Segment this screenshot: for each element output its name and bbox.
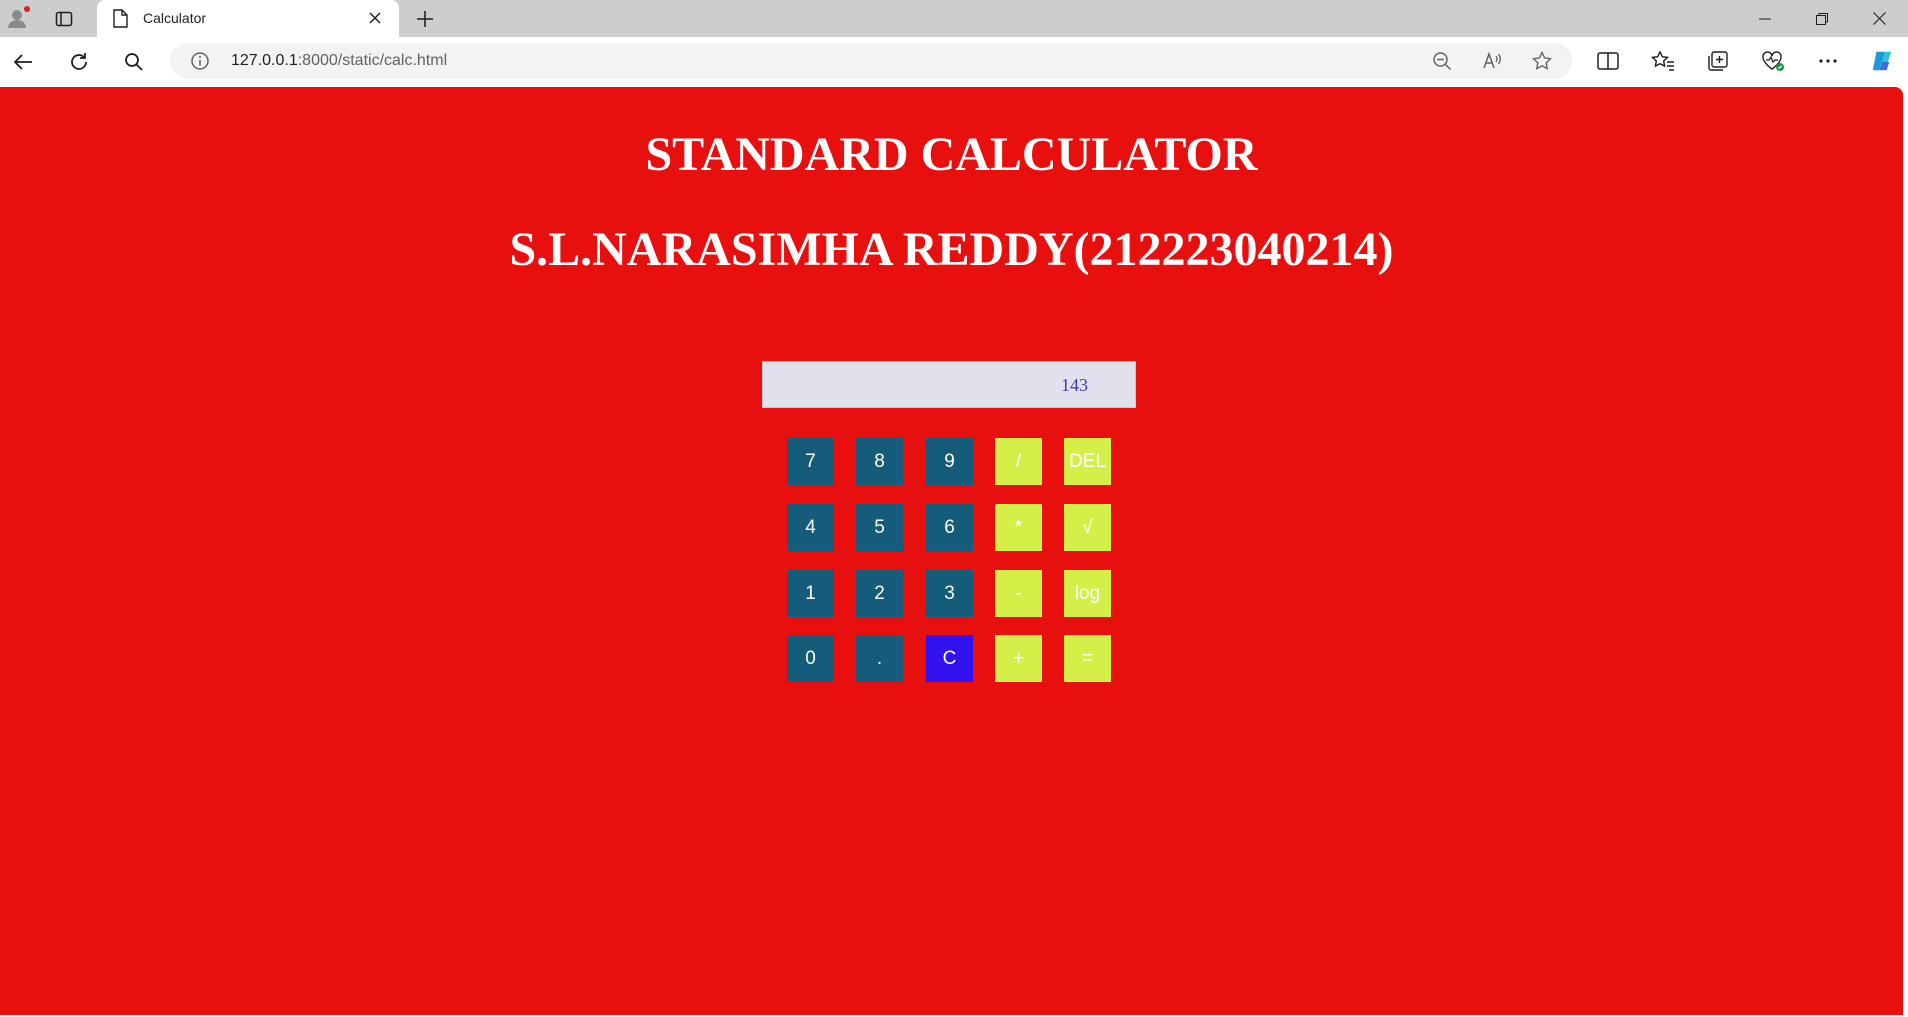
key-0[interactable]: 0 <box>787 635 834 682</box>
key-8[interactable]: 8 <box>856 438 903 485</box>
tab-actions-icon[interactable] <box>55 10 73 28</box>
split-screen-icon[interactable] <box>1596 49 1620 73</box>
key-5[interactable]: 5 <box>856 504 903 551</box>
key-delete[interactable]: DEL <box>1064 438 1111 485</box>
copilot-icon[interactable] <box>1870 49 1894 73</box>
close-tab-icon[interactable] <box>365 9 385 29</box>
key-4[interactable]: 4 <box>787 504 834 551</box>
url-path: :8000/static/calc.html <box>297 52 448 69</box>
more-options-icon[interactable] <box>1816 49 1840 73</box>
key-sqrt[interactable]: √ <box>1064 504 1111 551</box>
key-7[interactable]: 7 <box>787 438 834 485</box>
page-content: STANDARD CALCULATOR S.L.NARASIMHA REDDY(… <box>0 87 1903 1015</box>
page-title: STANDARD CALCULATOR <box>645 128 1258 181</box>
zoom-out-icon[interactable] <box>1432 51 1452 71</box>
favorites-icon[interactable] <box>1651 49 1675 73</box>
address-bar[interactable]: 127.0.0.1:8000/static/calc.html <box>170 43 1572 79</box>
page-subtitle: S.L.NARASIMHA REDDY(212223040214) <box>509 223 1394 276</box>
key-clear[interactable]: C <box>926 635 973 682</box>
key-equals[interactable]: = <box>1064 635 1111 682</box>
collections-icon[interactable] <box>1706 49 1730 73</box>
key-2[interactable]: 2 <box>856 570 903 617</box>
key-log[interactable]: log <box>1064 570 1111 617</box>
url-text[interactable]: 127.0.0.1:8000/static/calc.html <box>231 52 447 70</box>
url-host: 127.0.0.1 <box>231 52 298 69</box>
browser-essentials-icon[interactable] <box>1761 49 1785 73</box>
back-icon[interactable] <box>10 49 36 75</box>
key-6[interactable]: 6 <box>926 504 973 551</box>
site-info-icon[interactable] <box>190 51 210 76</box>
browser-tab-bar: Calculator <box>0 0 1908 37</box>
close-window-icon[interactable] <box>1851 0 1907 37</box>
key-add[interactable]: + <box>995 635 1042 682</box>
key-divide[interactable]: / <box>995 438 1042 485</box>
profile-icon[interactable] <box>6 6 30 30</box>
minimize-icon[interactable] <box>1737 0 1793 37</box>
browser-toolbar: 127.0.0.1:8000/static/calc.html <box>0 37 1908 87</box>
tab-title: Calculator <box>143 10 207 26</box>
active-tab[interactable]: Calculator <box>97 0 399 37</box>
search-icon[interactable] <box>121 49 147 75</box>
new-tab-icon[interactable] <box>412 6 438 32</box>
key-subtract[interactable]: - <box>995 570 1042 617</box>
favorite-star-icon[interactable] <box>1531 50 1553 71</box>
calculator-display[interactable]: 143 <box>762 361 1136 408</box>
page-icon <box>112 9 128 28</box>
key-3[interactable]: 3 <box>926 570 973 617</box>
key-decimal[interactable]: . <box>856 635 903 682</box>
display-value: 143 <box>1061 375 1088 395</box>
key-1[interactable]: 1 <box>787 570 834 617</box>
read-aloud-icon[interactable] <box>1482 51 1502 71</box>
key-multiply[interactable]: * <box>995 504 1042 551</box>
key-9[interactable]: 9 <box>926 438 973 485</box>
reload-icon[interactable] <box>66 49 92 75</box>
restore-icon[interactable] <box>1794 0 1850 37</box>
